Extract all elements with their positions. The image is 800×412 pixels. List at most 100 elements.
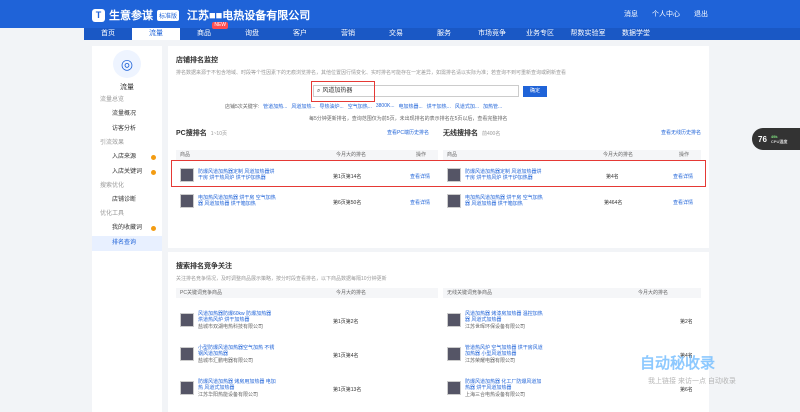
sidebar-group: 流量总览: [100, 97, 125, 103]
table-row: 小型防爆风道加热器空气加热 不锈钢风道加热器 盐城市汇鹏电器有限公司: [180, 340, 276, 368]
nav-lab[interactable]: 帮数实验室: [564, 28, 612, 40]
nav-traffic[interactable]: 流量: [132, 28, 180, 40]
top-bar: T 生意参谋 标准版 江苏■■电热设备有限公司 消息 个人中心 退出: [0, 0, 800, 28]
sidebar-item-visitors[interactable]: 访客分析: [92, 122, 162, 137]
shop-rank-panel: 店铺排名监控 排名数据来源于不包含地域、时段等个性因素下的无痕浏览排名，其他位置…: [168, 46, 709, 248]
col-rank: 今月大的排名: [638, 290, 669, 296]
col-rank: 今月大的排名: [336, 152, 367, 158]
logout-link[interactable]: 退出: [694, 9, 708, 19]
pc-history-link[interactable]: 查看PC端历史排名: [387, 129, 429, 136]
product-thumbnail: [180, 381, 194, 395]
search-highlight: [311, 81, 375, 102]
cpu-label: CPU温度: [770, 139, 788, 144]
sidebar-group: 优化工具: [100, 211, 125, 217]
nav-products[interactable]: 商品 NEW: [180, 22, 228, 40]
nav-market[interactable]: 市场竞争: [468, 28, 516, 40]
company-name: 江苏■■电热设备有限公司: [187, 10, 311, 22]
search-button[interactable]: 确定: [523, 85, 547, 97]
product-link[interactable]: 小型防爆风道加热器空气加热 不锈钢风道加热器: [198, 345, 276, 357]
pc-rank-value: 第1页第13名: [333, 387, 362, 393]
panel-desc: 排名数据来源于不包含地域、时段等个性因素下的无痕浏览排名，其他位置因行情变化、实…: [176, 70, 567, 76]
recommend-keyword[interactable]: 风道式加...: [455, 103, 479, 110]
recommend-keywords: 店铺5次关键字: 管道加热... 风道加热... 导热油炉... 空气加热...…: [225, 103, 502, 110]
product-thumbnail: [180, 313, 194, 327]
wireless-rank-value: 第6名: [680, 387, 693, 393]
logo[interactable]: T 生意参谋 标准版: [92, 7, 180, 23]
nav-business[interactable]: 业务专区: [516, 28, 564, 40]
wireless-table-head: 商品 今月大的排名 操作: [443, 150, 701, 160]
sidebar-item-favorites[interactable]: 我的收藏词: [92, 221, 162, 236]
table-row: 风道加热器防爆60kw 防爆加热器 烘道热风炉 烘干加热器 盐城市双湖电热科技有…: [180, 306, 276, 334]
sidebar-item-sources[interactable]: 入店来源: [92, 150, 162, 165]
app-name: 生意参谋: [109, 10, 153, 22]
shop-name: 上海三合电热设备有限公司: [465, 391, 526, 398]
recommend-keyword[interactable]: 3800K...: [376, 103, 395, 110]
recommend-keyword[interactable]: 管道加热...: [263, 103, 287, 110]
product-link[interactable]: 电加热风道加热器 烘干房 空气加热器 风道加热器 烘干箱加热: [465, 195, 543, 207]
pc-rank-value: 第6页第50名: [333, 200, 362, 206]
nav-home[interactable]: 首页: [84, 28, 132, 40]
profile-link[interactable]: 个人中心: [652, 9, 680, 19]
col-product: 无线关键词竞争商品: [447, 290, 493, 296]
wireless-rank-label: 无线搜排名: [443, 130, 478, 137]
product-link[interactable]: 管道热风炉 空气加热器 烘干房风道加热器 小型风道加热器: [465, 345, 543, 357]
shop-name: 江苏华阳热能设备有限公司: [198, 391, 259, 398]
product-thumbnail: [447, 381, 461, 395]
pc-rank-label: PC搜排名: [176, 130, 207, 137]
recommend-keyword[interactable]: 导热油炉...: [320, 103, 344, 110]
message-link[interactable]: 消息: [624, 9, 638, 19]
sidebar-group: 搜索优化: [100, 183, 125, 189]
nav-trade[interactable]: 交易: [372, 28, 420, 40]
table-row: 防爆风道加热器 化工厂防爆风道加热器 烘干风道加热器 上海三合电热设备有限公司: [447, 374, 543, 402]
competitor-info: 管道热风炉 空气加热器 烘干房风道加热器 小型风道加热器 江苏荣耀电器有限公司: [465, 345, 543, 364]
col-op: 操作: [679, 152, 690, 158]
rank-tips: 每5分钟更新排名，查询范围仅为前5页，未出现排名的表示排名在5页以后，查看完整排…: [309, 116, 508, 122]
sidebar-item-label: 入店来源: [112, 154, 137, 160]
product-link[interactable]: 风道加热器 烤漆房加热器 温控加热器 风道式加热器: [465, 311, 543, 323]
sidebar-item-rank[interactable]: 排名查询: [92, 236, 162, 251]
col-rank: 今月大的排名: [336, 290, 367, 296]
nav-service[interactable]: 服务: [420, 28, 468, 40]
nav-products-label: 商品: [197, 30, 211, 37]
notice-dot: [151, 170, 156, 175]
product-thumbnail: [180, 347, 194, 361]
recommend-keyword[interactable]: 空气加热...: [348, 103, 372, 110]
wireless-history-link[interactable]: 查看无线历史排名: [661, 129, 701, 136]
detail-link[interactable]: 查看详情: [410, 199, 430, 206]
sidebar-item-label: 我的收藏词: [112, 225, 143, 231]
recommend-keyword[interactable]: 电加热器...: [399, 103, 423, 110]
nav-inquiry[interactable]: 询盘: [228, 28, 276, 40]
col-product: 商品: [447, 152, 458, 158]
product-link[interactable]: 防爆风道加热器 化工厂防爆风道加热器 烘干风道加热器: [465, 379, 543, 391]
sidebar-item-keywords[interactable]: 入店关键词: [92, 165, 162, 180]
product-link[interactable]: 防爆风道加热器 烤房用加热器 电加热 风道式加热器: [198, 379, 276, 391]
recommend-keyword[interactable]: 风道加热...: [291, 103, 315, 110]
shop-name: 盐城市双湖电热科技有限公司: [198, 323, 264, 330]
sidebar-group: 引流效果: [100, 140, 125, 146]
wireless-rank-value: 第2名: [680, 319, 693, 325]
competitor-info: 防爆风道加热器 烤房用加热器 电加热 风道式加热器 江苏华阳热能设备有限公司: [198, 379, 276, 398]
watermark-sub: 我上链接 来访一点 自动收录: [648, 378, 736, 385]
product-link[interactable]: 电加热风道加热器 烘干房 空气加热器 风道加热器 烘干箱加热: [198, 195, 276, 207]
col-op: 操作: [416, 152, 427, 158]
panel-desc: 关注排名竞争情况，及时调整商品展示策略，按分时段查看排名，以下商品数据每隔10分…: [176, 276, 387, 282]
recommend-keyword[interactable]: 烘干加热...: [427, 103, 451, 110]
detail-link[interactable]: 查看详情: [673, 199, 693, 206]
recommend-keyword[interactable]: 加热管...: [483, 103, 502, 110]
cpu-count: 76: [758, 134, 767, 144]
nav-school[interactable]: 数据学堂: [612, 28, 660, 40]
table-row: 管道热风炉 空气加热器 烘干房风道加热器 小型风道加热器 江苏荣耀电器有限公司: [447, 340, 543, 368]
pc-rank-value: 第1页第4名: [333, 353, 359, 359]
nav-marketing[interactable]: 营销: [324, 28, 372, 40]
col-product: PC关键词竞争商品: [180, 290, 222, 296]
main-nav: 首页 流量 商品 NEW 询盘 客户 营销 交易 服务 市场竞争 业务专区 帮数实…: [84, 22, 800, 40]
table-row: 电加热风道加热器 烘干房 空气加热器 风道加热器 烘干箱加热: [180, 189, 276, 213]
sidebar-item-diagnosis[interactable]: 店铺诊断: [92, 193, 162, 208]
shop-name: 江苏世晖环保设备有限公司: [465, 323, 526, 330]
product-link[interactable]: 风道加热器防爆60kw 防爆加热器 烘道热风炉 烘干加热器: [198, 311, 276, 323]
sidebar-item-overview[interactable]: 流量概况: [92, 107, 162, 122]
cpu-widget[interactable]: 76 49k CPU温度: [752, 128, 800, 150]
wireless-rank-title: 无线搜排名 前400名: [443, 128, 500, 138]
recommend-label: 店铺5次关键字:: [225, 104, 260, 110]
nav-customers[interactable]: 客户: [276, 28, 324, 40]
